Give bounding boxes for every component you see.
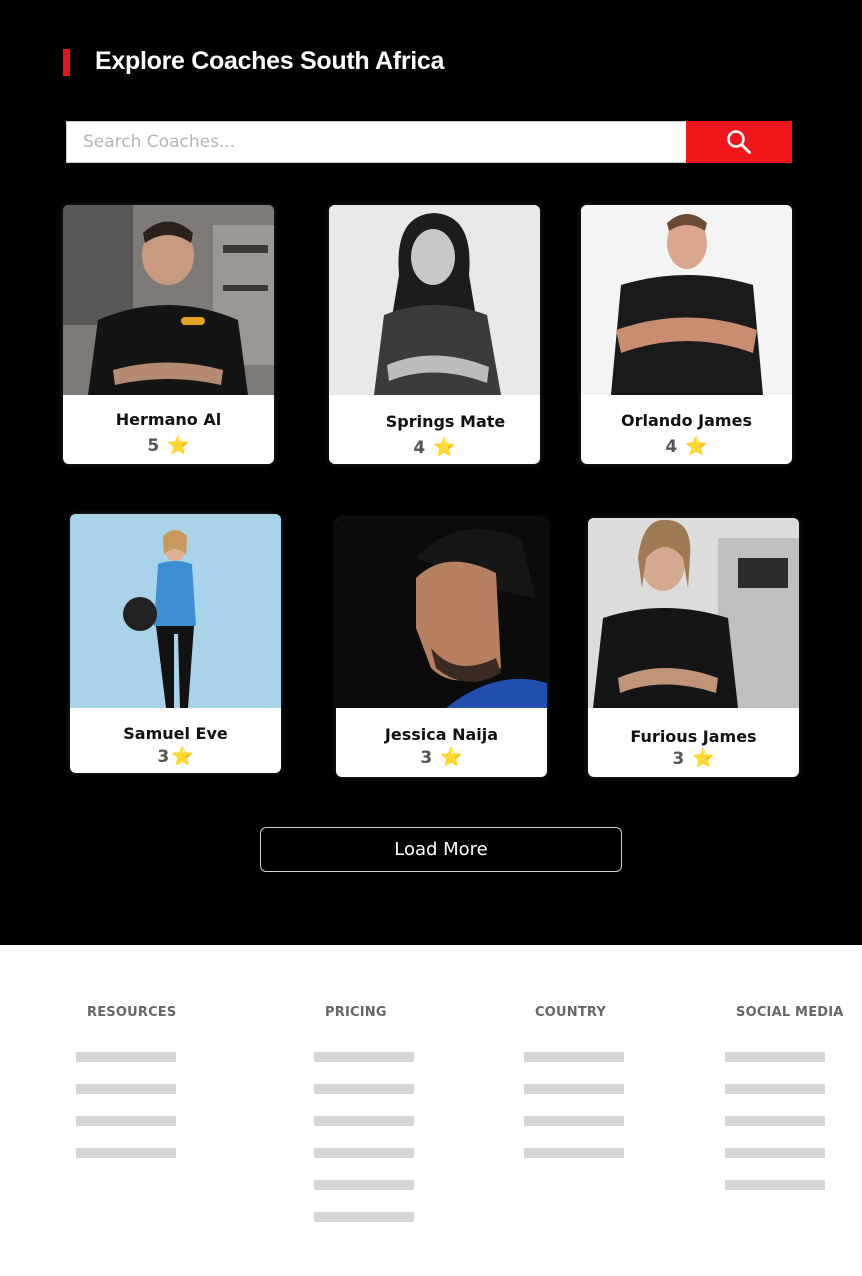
footer-link-placeholder[interactable] [76,1084,176,1094]
rating-value: 3 [157,747,170,767]
coach-card[interactable]: Jessica Naija 3 ⭐ [336,518,547,777]
footer-link-placeholder[interactable] [725,1148,825,1158]
footer-link-placeholder[interactable] [524,1148,624,1158]
star-icon: ⭐ [685,436,708,457]
coach-name: Furious James [630,727,757,746]
footer-heading: COUNTRY [535,1005,607,1020]
footer-link-placeholder[interactable] [314,1180,414,1190]
footer-link-placeholder[interactable] [314,1148,414,1158]
star-icon: ⭐ [433,437,456,458]
footer-link-placeholder[interactable] [314,1116,414,1126]
footer-link-placeholder[interactable] [314,1212,414,1222]
coach-photo [70,514,281,708]
rating-value: 4 [665,437,678,457]
footer-link-placeholder[interactable] [314,1084,414,1094]
footer-column-social-media: SOCIAL MEDIA [736,1005,844,1020]
coach-name: Hermano Al [115,410,222,429]
page-title: Explore Coaches South Africa [95,47,445,75]
star-icon: ⭐ [440,747,463,768]
footer-column-pricing: PRICING [325,1005,387,1020]
coach-name: Springs Mate [385,412,506,431]
coach-photo [588,518,799,708]
coach-rating: 3 ⭐ [588,748,799,769]
star-icon: ⭐ [692,748,715,769]
coach-rating: 5 ⭐ [63,435,274,456]
coach-photo [336,518,547,708]
footer-link-placeholder[interactable] [725,1084,825,1094]
search-button[interactable] [686,121,792,163]
footer-column-country: COUNTRY [535,1005,606,1020]
footer-heading: PRICING [325,1005,387,1020]
search-icon [727,130,751,154]
title-accent-bar [63,49,70,76]
coach-rating: 3 ⭐ [70,746,281,767]
coach-rating: 4 ⭐ [581,436,792,457]
coach-name: Jessica Naija [384,725,499,744]
hero-section: Explore Coaches South Africa Search Coac… [0,0,862,945]
footer-link-placeholder[interactable] [76,1148,176,1158]
coach-card[interactable]: Hermano Al 5 ⭐ [63,205,274,464]
rating-value: 3 [420,748,433,768]
footer-link-placeholder[interactable] [76,1116,176,1126]
coach-rating: 3 ⭐ [336,747,547,768]
coach-rating: 4 ⭐ [329,437,540,458]
coach-photo [63,205,274,395]
search-input[interactable] [66,121,686,163]
coach-photo [329,205,540,395]
coach-card[interactable]: Samuel Eve 3 ⭐ [70,514,281,773]
rating-value: 3 [672,749,685,769]
footer-heading: SOCIAL MEDIA [736,1005,844,1020]
coach-card[interactable]: Springs Mate 4 ⭐ [329,205,540,464]
footer-link-placeholder[interactable] [524,1116,624,1126]
footer-link-placeholder[interactable] [76,1052,176,1062]
star-icon: ⭐ [171,746,194,767]
coach-card[interactable]: Furious James 3 ⭐ [588,518,799,777]
coach-name: Orlando James [621,411,752,430]
coach-photo [581,205,792,395]
footer-link-placeholder[interactable] [524,1084,624,1094]
footer-link-placeholder[interactable] [314,1052,414,1062]
coach-card[interactable]: Orlando James 4 ⭐ [581,205,792,464]
coach-name: Samuel Eve [123,724,228,743]
footer-column-resources: RESOURCES [87,1005,176,1020]
load-more-button[interactable]: Load More [260,827,622,872]
search-bar [66,121,792,163]
footer-heading: RESOURCES [87,1005,177,1020]
footer-link-placeholder[interactable] [725,1180,825,1190]
footer-link-placeholder[interactable] [524,1052,624,1062]
rating-value: 5 [147,436,160,456]
rating-value: 4 [413,438,426,458]
footer-link-placeholder[interactable] [725,1052,825,1062]
footer-link-placeholder[interactable] [725,1116,825,1126]
star-icon: ⭐ [167,435,190,456]
